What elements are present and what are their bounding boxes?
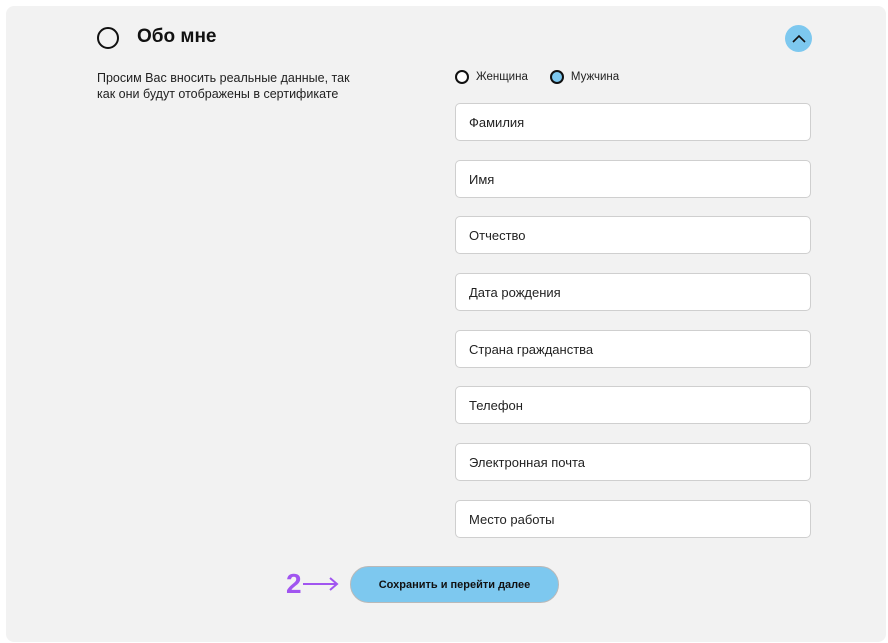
radio-selected-icon [549,70,564,84]
field-placeholder: Фамилия [469,114,525,130]
field-placeholder: Имя [469,171,495,187]
field-placeholder: Дата рождения [469,284,561,300]
gender-female-label: Женщина [476,71,528,83]
email-field[interactable]: Электронная почта [455,443,811,481]
first-name-field[interactable]: Имя [455,160,811,198]
collapse-section-button[interactable] [785,25,812,52]
data-notice-text: Просим Вас вносить реальные данные, так … [97,71,350,101]
gender-female-radio[interactable]: Женщина [455,70,528,84]
gender-male-radio[interactable]: Мужчина [549,70,620,84]
section-title: Обо мне [137,26,217,47]
field-placeholder: Электронная почта [469,454,586,470]
citizenship-country-field[interactable]: Страна гражданства [455,330,811,368]
workplace-field[interactable]: Место работы [455,500,811,538]
field-placeholder: Страна гражданства [469,341,594,357]
birth-date-field[interactable]: Дата рождения [455,273,811,311]
save-and-continue-button[interactable]: Сохранить и перейти далее [350,566,559,603]
field-placeholder: Место работы [469,511,555,527]
annotation-step-number: 2 [286,568,302,599]
gender-radio-group: Женщина Мужчина [455,68,619,86]
chevron-up-icon [791,34,806,43]
field-placeholder: Телефон [469,397,523,413]
last-name-field[interactable]: Фамилия [455,103,811,141]
field-placeholder: Отчество [469,227,526,243]
gender-male-label: Мужчина [570,71,620,83]
patronymic-field[interactable]: Отчество [455,216,811,254]
radio-circle-icon [455,70,469,84]
section-status-circle-icon [97,27,119,49]
arrow-right-icon [303,577,339,591]
phone-field[interactable]: Телефон [455,386,811,424]
